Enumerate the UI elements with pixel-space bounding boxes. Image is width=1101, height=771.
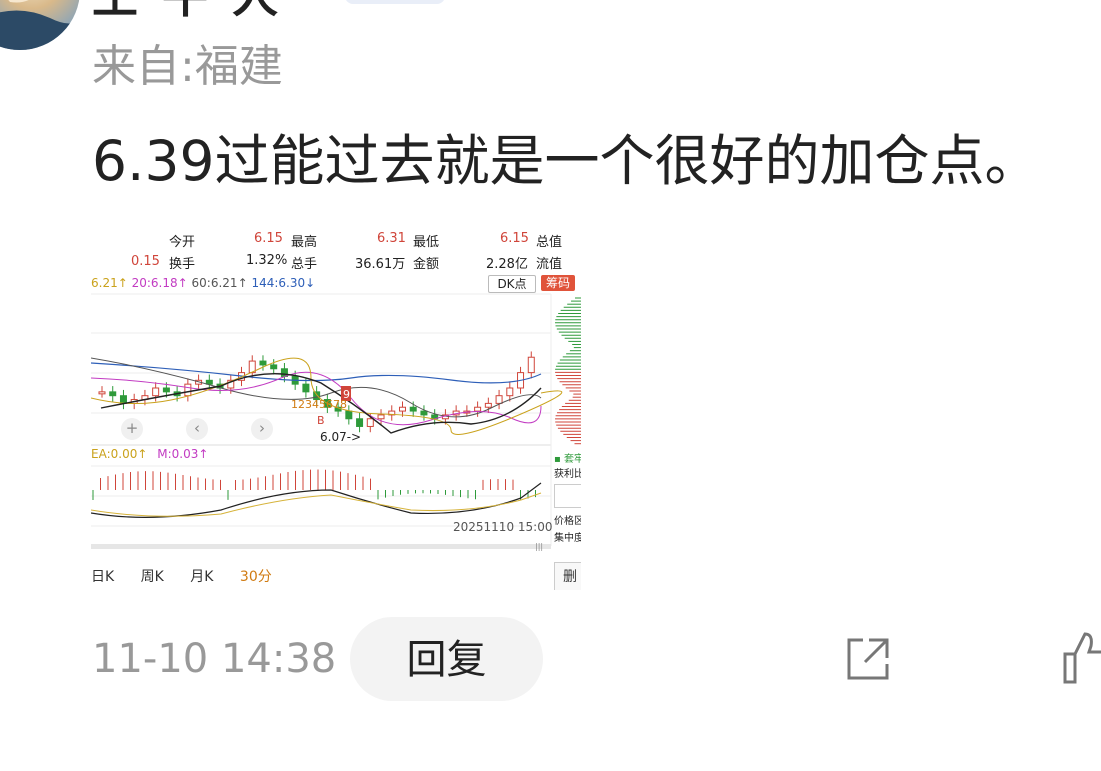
share-icon[interactable]	[843, 634, 893, 684]
b-marker: B	[317, 414, 325, 427]
candle-body	[98, 391, 106, 395]
candle-body	[162, 387, 170, 393]
candle-body	[356, 418, 364, 427]
tab-day[interactable]: 日K	[91, 566, 114, 586]
add-icon[interactable]: +	[121, 418, 143, 440]
macd-ea-legend: EA:0.00↑	[91, 447, 148, 461]
seq-label: 12345678	[291, 398, 347, 411]
chevron-right-icon[interactable]: ›	[251, 418, 273, 440]
candle-body	[259, 360, 267, 366]
kline-chart: 9 12345678 B 6.07-> |||	[91, 293, 581, 551]
low-annotation: 6.07->	[320, 430, 361, 444]
user-badge	[345, 0, 445, 4]
side-delete-button[interactable]: 删	[554, 562, 581, 590]
side-value-box	[554, 484, 581, 508]
candle-body	[345, 410, 353, 420]
candle-body	[152, 387, 160, 397]
tab-30min[interactable]: 30分	[240, 566, 272, 586]
tab-week[interactable]: 周K	[141, 566, 164, 586]
candle-body	[409, 406, 417, 412]
macd-histogram	[92, 469, 536, 500]
candle-body	[474, 406, 482, 412]
chevron-left-icon[interactable]: ‹	[186, 418, 208, 440]
avatar-image	[0, 0, 80, 50]
chip-distribution	[555, 297, 581, 445]
like-icon[interactable]	[1063, 630, 1101, 685]
candle-body	[119, 395, 127, 404]
candle-body	[270, 364, 278, 370]
candle-body	[205, 379, 213, 385]
chart-scrollbar[interactable]	[91, 544, 551, 549]
candle-body	[302, 383, 310, 393]
candle-body	[184, 383, 192, 397]
comment-timestamp: 11-10 14:38	[92, 636, 337, 682]
chart-time: 20251110 15:00	[453, 520, 553, 534]
candle-body	[495, 395, 503, 404]
period-tabs: 日K 周K 月K 30分	[91, 566, 294, 586]
candle-body	[366, 418, 374, 427]
candle-body	[527, 356, 535, 374]
side-profit: 获利比	[554, 469, 581, 480]
candle-body	[420, 410, 428, 416]
user-location: 来自:福建	[92, 41, 283, 92]
macd-dif-line	[91, 482, 542, 518]
candle-body	[484, 402, 492, 408]
reply-button[interactable]: 回复	[350, 617, 543, 701]
candle-body	[109, 391, 117, 397]
avatar[interactable]	[0, 0, 80, 50]
tab-month[interactable]: 月K	[190, 566, 213, 586]
svg-text:|||: |||	[535, 542, 543, 551]
side-stuck: ▪ 套牢	[554, 454, 581, 465]
username[interactable]: 王 牛 人	[92, 0, 282, 26]
side-conc: 集中度	[554, 533, 581, 544]
side-price: 价格区	[554, 516, 581, 527]
macd-m-legend: M:0.03↑	[157, 447, 209, 461]
candle-body	[506, 387, 514, 397]
stock-chart-image[interactable]: 今开 6.15 最高 6.31 最低 6.15 总值 0.15 换手 1.32%…	[91, 228, 581, 590]
candle-body	[398, 406, 406, 412]
candle-body	[377, 414, 385, 420]
comment-text: 6.39过能过去就是一个很好的加仓点。	[92, 129, 1040, 193]
